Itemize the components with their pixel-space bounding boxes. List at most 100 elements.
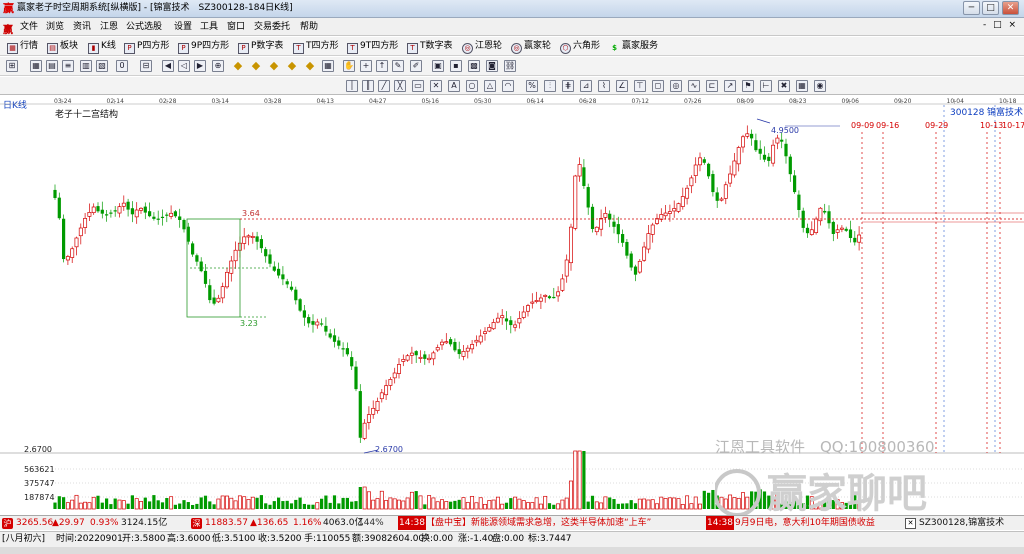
toolbar-9t-square-button[interactable]: T 9T四方形 [347, 40, 398, 54]
diamond-tool-icon[interactable]: ◆ [268, 60, 280, 72]
square-tool-icon[interactable]: ◻ [652, 80, 664, 92]
link-tool-icon[interactable]: ⛓ [504, 60, 516, 72]
fan-tool-icon[interactable]: ✕ [430, 80, 442, 92]
candle-body [823, 210, 827, 213]
close-button[interactable]: ✕ [1002, 1, 1019, 15]
box-tool-icon[interactable]: ▭ [412, 80, 424, 92]
chart-tool-icon[interactable]: ▥ [80, 60, 92, 72]
spiral-tool-icon[interactable]: ◎ [670, 80, 682, 92]
mdi-window-controls[interactable]: - □ × [983, 20, 1018, 30]
triangle-tool-icon[interactable]: △ [484, 80, 496, 92]
toolbar-p-table-button[interactable]: P P数字表 [238, 40, 283, 54]
menu-file[interactable]: 文件 [20, 21, 38, 33]
bar-tool-icon[interactable]: ▧ [96, 60, 108, 72]
flag-tool-icon[interactable]: ⚑ [742, 80, 754, 92]
date-tick-label: 06-28 [579, 98, 597, 105]
text-tool-icon[interactable]: A [448, 80, 460, 92]
channel-tool-icon[interactable]: ⋕ [562, 80, 574, 92]
camera-tool-icon[interactable]: ◙ [486, 60, 498, 72]
steps-tool-icon[interactable]: ⊏ [706, 80, 718, 92]
menu-trade[interactable]: 交易委托 [254, 21, 290, 33]
menu-info[interactable]: 资讯 [73, 21, 91, 33]
ring-tool-icon[interactable]: ◉ [814, 80, 826, 92]
ellipse-tool-icon[interactable]: ○ [466, 80, 478, 92]
volume-axis-label: 187874 [24, 493, 55, 502]
toolbar-label: T数字表 [420, 41, 453, 51]
fib-tool-icon[interactable]: ⫶ [544, 80, 556, 92]
first-tool-icon[interactable]: ◀ [162, 60, 174, 72]
toolbar-hexagon-button[interactable]: ⬡ 六角形 [560, 40, 600, 54]
volume-bar [165, 498, 169, 509]
gann-fan-tool-icon[interactable]: ⊿ [580, 80, 592, 92]
line-tool-icon[interactable]: │ [346, 80, 358, 92]
grid-tool-icon[interactable]: ▦ [30, 60, 42, 72]
diamond-tool-icon[interactable]: ◆ [304, 60, 316, 72]
volume-bar [173, 504, 177, 509]
menu-window[interactable]: 窗口 [227, 21, 245, 33]
minimize-button[interactable]: ─ [963, 1, 980, 15]
menu-help[interactable]: 帮助 [300, 21, 318, 33]
play-tool-icon[interactable]: ▶ [194, 60, 206, 72]
toolbar-t-table-button[interactable]: T T数字表 [407, 40, 453, 54]
edit-tool-icon[interactable]: ✐ [410, 60, 422, 72]
ruler-tool-icon[interactable]: ⊢ [760, 80, 772, 92]
candle-body [405, 355, 410, 361]
angle-tool-icon[interactable]: ∠ [616, 80, 628, 92]
plus-tool-icon[interactable]: + [360, 60, 372, 72]
zero-tool-icon[interactable]: 0 [116, 60, 128, 72]
image-tool-icon[interactable]: ▣ [432, 60, 444, 72]
volume-bar [264, 503, 268, 509]
menu-browse[interactable]: 浏览 [46, 21, 64, 33]
diamond-tool-icon[interactable]: ◆ [286, 60, 298, 72]
kline-chart-svg[interactable]: 日K线 老子十二宫结构 300128 锦富技术 03-24 02-14 02-28 0… [0, 95, 1024, 515]
percent-tool-icon[interactable]: % [526, 80, 538, 92]
time-tool-icon[interactable]: ⊤ [634, 80, 646, 92]
bars-tool-icon[interactable]: ║ [362, 80, 374, 92]
toolbar-winner-wheel-button[interactable]: ◎ 赢家轮 [511, 40, 551, 54]
toolbar-quotes-button[interactable]: ▦ 行情 [7, 40, 38, 54]
toolbar-t-square-button[interactable]: T T四方形 [293, 40, 339, 54]
prev-tool-icon[interactable]: ◁ [178, 60, 190, 72]
pencil-tool-icon[interactable]: ✎ [392, 60, 404, 72]
grid-tool-icon[interactable]: ▦ [322, 60, 334, 72]
news-ticker[interactable]: 9月9日电，意大利10年期国债收益 [735, 516, 900, 530]
menu-gann[interactable]: 江恩 [100, 21, 118, 33]
signal-tool-icon[interactable]: ⊟ [140, 60, 152, 72]
ray-tool-icon[interactable]: ╱ [378, 80, 390, 92]
toolbar-sector-button[interactable]: ▤ 板块 [47, 40, 78, 54]
close-ticker-icon[interactable]: ✕ [905, 518, 916, 529]
toolbar-service-button[interactable]: $ 赢家服务 [609, 40, 658, 53]
arrow-up-tool-icon[interactable]: ↑ [376, 60, 388, 72]
diamond-tool-icon[interactable]: ◆ [250, 60, 262, 72]
menu-settings[interactable]: 设置 [174, 21, 192, 33]
volume-bar [534, 497, 539, 510]
toolbar-gann-wheel-button[interactable]: ◎ 江恩轮 [462, 40, 502, 54]
cycle-tool-icon[interactable]: ⌇ [598, 80, 610, 92]
table-tool-icon[interactable]: ▤ [46, 60, 58, 72]
volume-bar [775, 491, 780, 510]
candle-body [461, 351, 466, 357]
grid-table-tool-icon[interactable]: ▦ [796, 80, 808, 92]
period-label[interactable]: 日K线 [3, 99, 27, 111]
toolbar-kline-button[interactable]: ▮ K线 [88, 40, 116, 54]
toolbar-p-square-button[interactable]: P P四方形 [124, 40, 169, 54]
cursor-tool-icon[interactable]: ⊞ [6, 60, 18, 72]
target-tool-icon[interactable]: ⊕ [212, 60, 224, 72]
wave-tool-icon[interactable]: ∿ [688, 80, 700, 92]
kline-chart[interactable]: 日K线 老子十二宫结构 300128 锦富技术 03-24 02-14 02-28 0… [0, 95, 1024, 515]
delete-tool-icon[interactable]: ✖ [778, 80, 790, 92]
menu-tools[interactable]: 工具 [200, 21, 218, 33]
news-ticker[interactable]: 【盘中宝】新能源领域需求急增，这类半导体加速“上车” [426, 516, 651, 530]
arc-tool-icon[interactable]: ◠ [502, 80, 514, 92]
hand-tool-icon[interactable]: ✋ [343, 60, 355, 72]
arrow-tool-icon[interactable]: ↗ [724, 80, 736, 92]
candle-body [105, 214, 109, 216]
maximize-button[interactable]: □ [982, 1, 999, 15]
film-tool-icon[interactable]: ▩ [468, 60, 480, 72]
menu-formula[interactable]: 公式选股 [126, 21, 162, 33]
cross-tool-icon[interactable]: ╳ [394, 80, 406, 92]
save-tool-icon[interactable]: ▪ [450, 60, 462, 72]
list-tool-icon[interactable]: ≡ [62, 60, 74, 72]
diamond-tool-icon[interactable]: ◆ [232, 60, 244, 72]
toolbar-9p-square-button[interactable]: P 9P四方形 [178, 40, 229, 54]
